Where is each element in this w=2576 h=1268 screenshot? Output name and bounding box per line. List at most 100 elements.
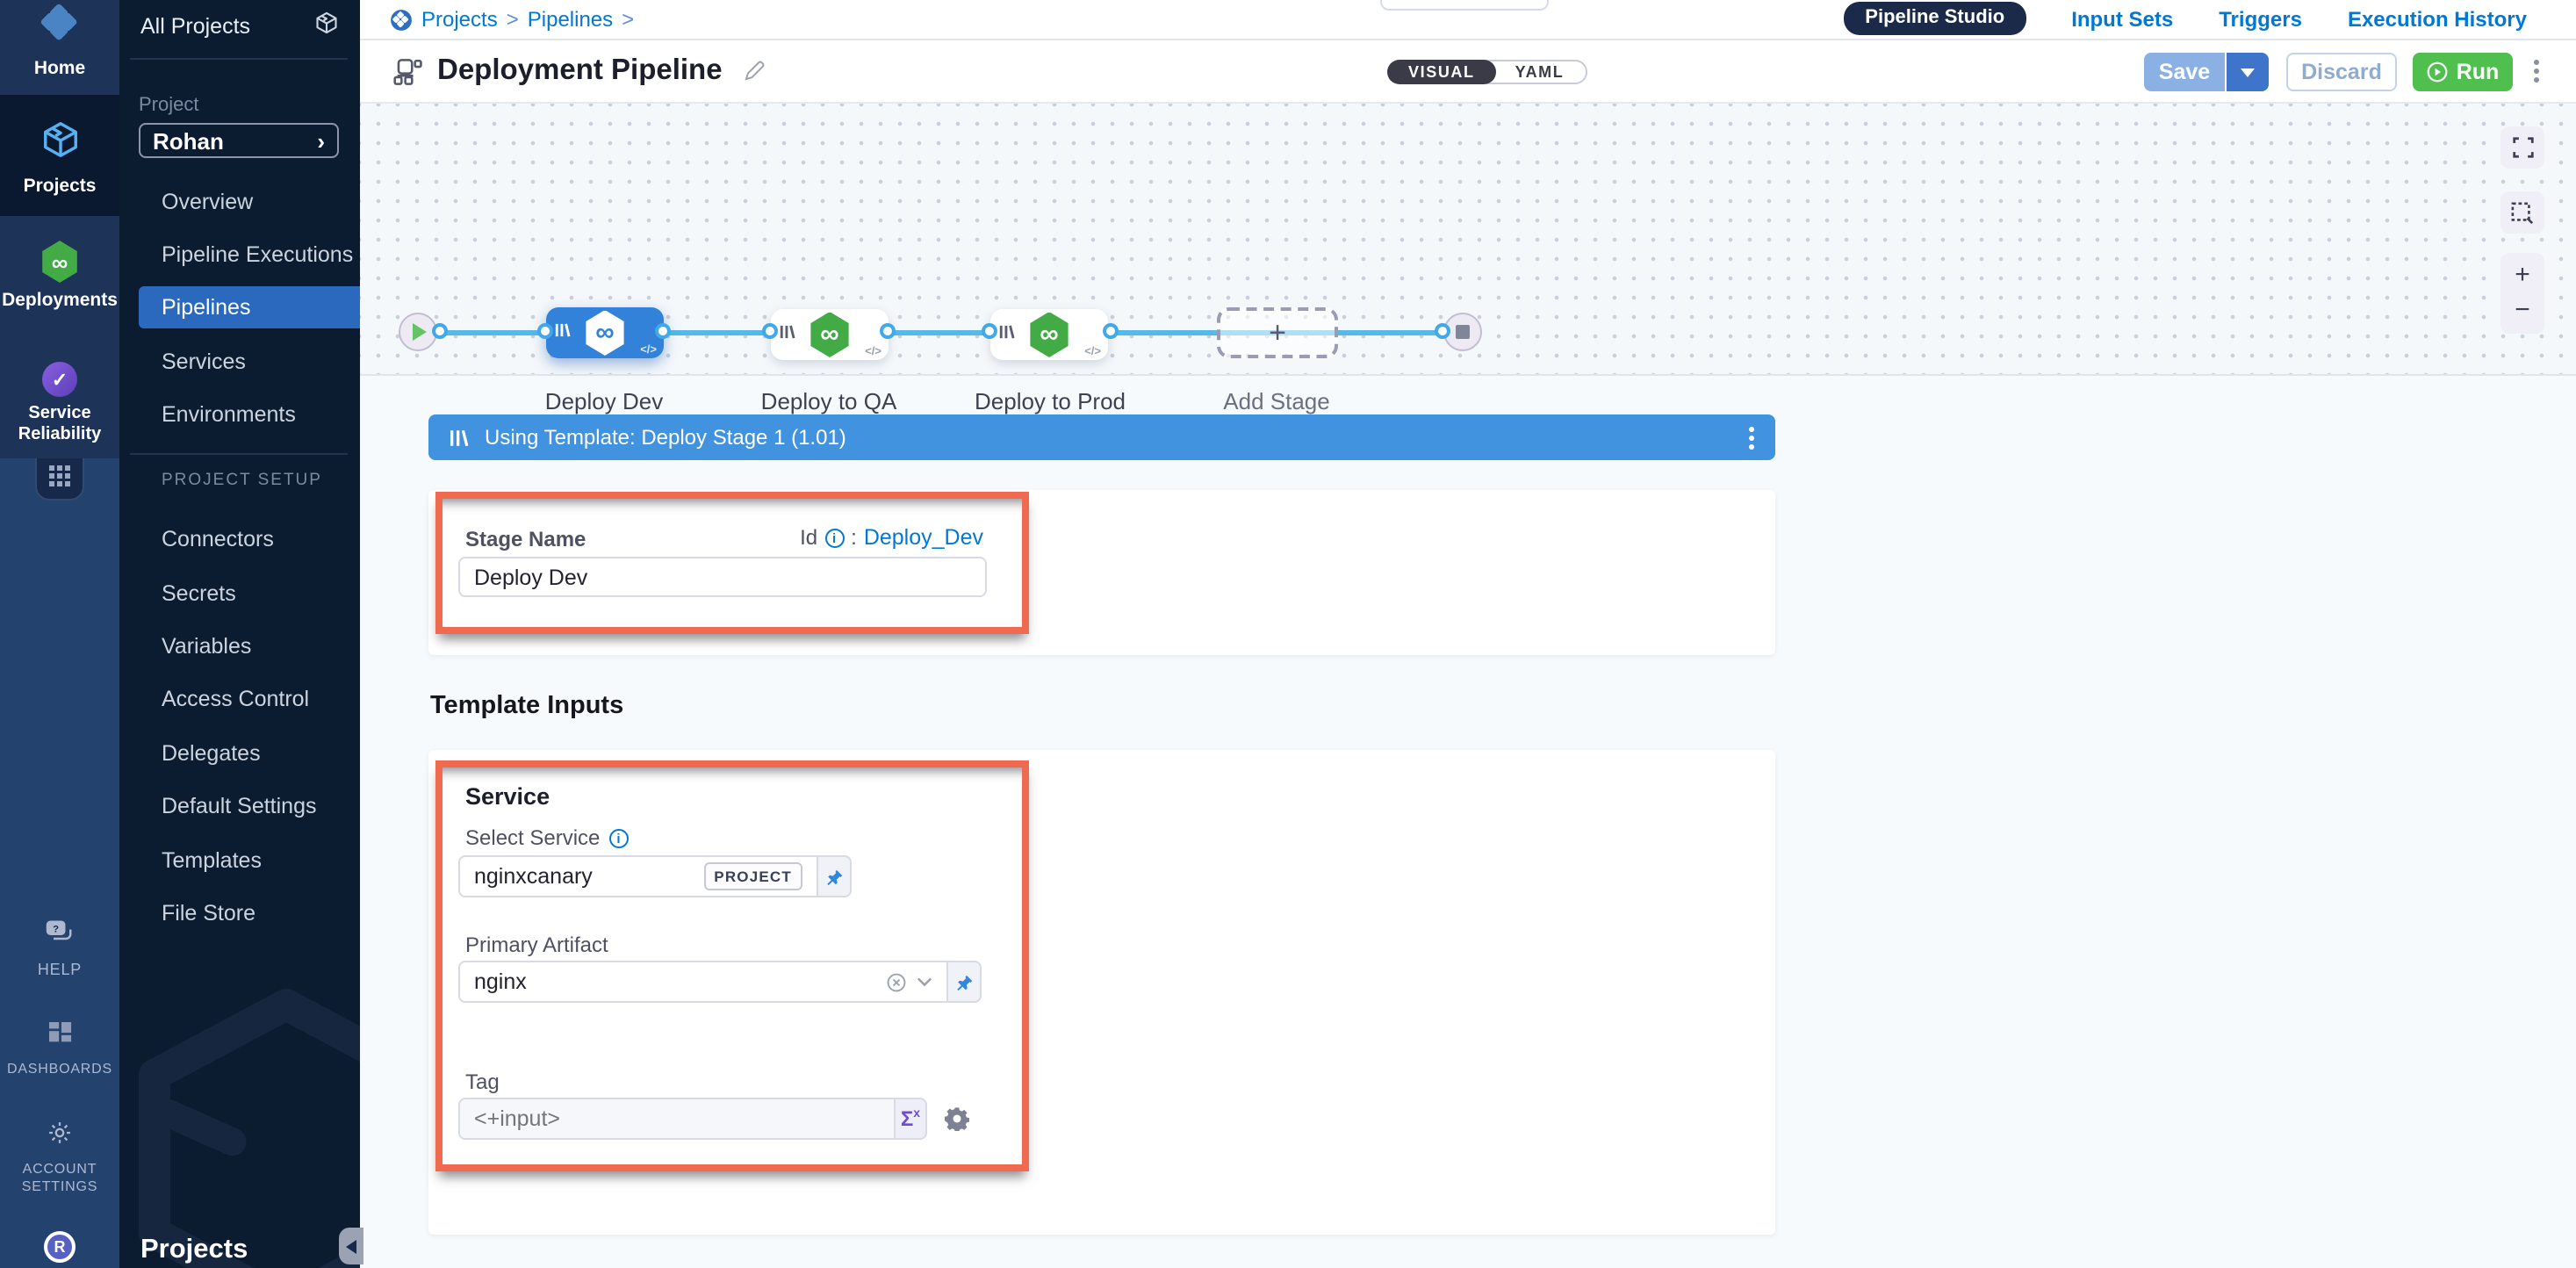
sidebar-collapse-handle[interactable]	[339, 1228, 363, 1264]
toggle-visual[interactable]: VISUAL	[1387, 60, 1496, 84]
rail-item-deployments[interactable]: ∞ Deployments	[0, 241, 119, 311]
breadcrumb-projects[interactable]: Projects	[421, 7, 498, 32]
toggle-yaml[interactable]: YAML	[1486, 60, 1587, 84]
primary-artifact-label: Primary Artifact	[465, 933, 608, 957]
rail-item-dashboards[interactable]: DASHBOARDS	[0, 1022, 119, 1078]
canvas-fullscreen-button[interactable]	[2500, 126, 2544, 169]
canvas-zoom-controls: + −	[2500, 253, 2544, 334]
sidebar-item-services[interactable]: Services	[119, 341, 360, 383]
project-selector[interactable]: Rohan ›	[139, 123, 339, 158]
template-banner-kebab[interactable]	[1749, 426, 1754, 449]
save-button[interactable]: Save	[2144, 53, 2227, 91]
service-pin-button[interactable]	[818, 855, 852, 897]
clear-icon[interactable]	[887, 972, 906, 991]
tab-triggers[interactable]: Triggers	[2219, 6, 2302, 31]
chevron-down-icon[interactable]	[917, 976, 932, 987]
service-select[interactable]: nginxcanary PROJECT	[458, 855, 818, 897]
stage-node-deploy-to-qa[interactable]: ∞ </>	[771, 309, 889, 360]
app-root: Home Projects ∞ Deployments ✓ Service Re…	[0, 0, 2576, 1268]
connector-port	[880, 323, 896, 339]
tag-input[interactable]	[458, 1098, 896, 1140]
rail-item-account-settings[interactable]: ACCOUNT SETTINGS	[0, 1120, 119, 1196]
rail-item-help[interactable]: ? HELP	[0, 920, 119, 978]
code-icon: </>	[640, 344, 657, 357]
stage-node-deploy-to-prod[interactable]: ∞ </>	[990, 309, 1108, 360]
grid-icon	[49, 463, 70, 494]
module-grid-button[interactable]	[35, 458, 84, 501]
code-icon: </>	[1084, 346, 1101, 358]
rail-item-label: HELP	[38, 961, 82, 978]
sidebar-item-pipelines[interactable]: Pipelines	[139, 286, 360, 328]
tab-input-sets[interactable]: Input Sets	[2071, 6, 2173, 31]
sidebar-item-templates[interactable]: Templates	[119, 839, 360, 882]
tab-execution-history[interactable]: Execution History	[2348, 6, 2527, 31]
rail-item-label: ACCOUNT SETTINGS	[14, 1161, 105, 1196]
sidebar-item-environments[interactable]: Environments	[119, 393, 360, 436]
pin-icon	[954, 972, 974, 991]
plus-icon: +	[1269, 315, 1286, 350]
page-title: Deployment Pipeline	[437, 54, 723, 88]
info-icon[interactable]: i	[824, 528, 844, 547]
gear-icon	[945, 1106, 969, 1131]
sidebar-item-default-settings[interactable]: Default Settings	[119, 785, 360, 827]
home-icon	[40, 4, 79, 51]
sidebar-item-secrets[interactable]: Secrets	[119, 573, 360, 615]
edit-pencil-icon[interactable]	[744, 60, 766, 83]
project-setup-section-header: PROJECT SETUP	[162, 471, 322, 490]
breadcrumb-pipelines[interactable]: Pipelines	[528, 7, 613, 32]
stage-name-input[interactable]	[458, 557, 987, 597]
chevron-left-icon	[346, 1239, 356, 1253]
id-separator: :	[851, 525, 857, 550]
save-dropdown-button[interactable]	[2227, 53, 2269, 91]
sidebar-item-pipeline-executions[interactable]: Pipeline Executions	[119, 234, 360, 276]
primary-artifact-select[interactable]: nginx	[458, 961, 948, 1003]
module-rail: Home Projects ∞ Deployments ✓ Service Re…	[0, 0, 119, 1268]
connector-port	[655, 323, 671, 339]
id-label: Id	[800, 525, 817, 550]
sidebar-item-all-projects[interactable]: All Projects	[140, 11, 339, 40]
stage-node-deploy-dev[interactable]: ∞ </>	[546, 307, 664, 358]
divider	[130, 453, 348, 455]
rail-item-home[interactable]: Home	[0, 0, 119, 79]
canvas-selection-button[interactable]	[2500, 191, 2544, 234]
tag-field: Σx	[458, 1098, 969, 1140]
discard-button[interactable]: Discard	[2286, 53, 2397, 91]
service-reliability-icon: ✓	[42, 362, 77, 397]
code-icon: </>	[865, 346, 881, 358]
avatar[interactable]: R	[44, 1231, 76, 1263]
cd-stage-icon: ∞	[1028, 312, 1070, 357]
chevron-down-icon	[2241, 68, 2255, 76]
rail-item-projects[interactable]: Projects	[0, 119, 119, 197]
chevron-right-icon: ›	[317, 127, 325, 154]
tag-expression-button[interactable]: Σx	[896, 1098, 927, 1140]
tag-settings-button[interactable]	[945, 1098, 969, 1140]
expression-icon: Σx	[901, 1106, 920, 1131]
header-kebab-menu[interactable]	[2534, 60, 2539, 83]
zoom-in-button[interactable]: +	[2515, 258, 2530, 293]
save-button-group: Save	[2144, 53, 2269, 91]
info-icon[interactable]: i	[608, 828, 628, 847]
add-stage-button[interactable]: +	[1217, 307, 1338, 358]
sidebar-item-variables[interactable]: Variables	[119, 625, 360, 667]
primary-artifact-field: nginx	[458, 961, 982, 1003]
select-service-field: nginxcanary PROJECT	[458, 855, 852, 897]
sidebar-item-connectors[interactable]: Connectors	[119, 518, 360, 560]
sidebar-bottom-heading: Projects	[140, 1235, 248, 1266]
zoom-out-button[interactable]: −	[2515, 293, 2530, 328]
stage-id-value[interactable]: Deploy_Dev	[864, 525, 983, 550]
sidebar-item-delegates[interactable]: Delegates	[119, 732, 360, 774]
rail-item-label: DASHBOARDS	[7, 1061, 112, 1078]
template-banner-text: Using Template: Deploy Stage 1 (1.01)	[485, 425, 1749, 450]
sidebar-item-file-store[interactable]: File Store	[119, 892, 360, 934]
tab-pipeline-studio[interactable]: Pipeline Studio	[1844, 2, 2026, 35]
pipeline-canvas[interactable]: ∞ </> ∞ </> ∞ </> + Deploy Dev Depl	[360, 102, 2576, 376]
sidebar-item-overview[interactable]: Overview	[119, 181, 360, 223]
template-banner: Using Template: Deploy Stage 1 (1.01)	[428, 414, 1775, 460]
run-button[interactable]: Run	[2413, 53, 2513, 91]
sidebar-item-access-control[interactable]: Access Control	[119, 678, 360, 720]
template-bars-icon	[780, 316, 795, 348]
connector-port	[1103, 323, 1119, 339]
rail-item-service-reliability[interactable]: ✓ Service Reliability	[0, 362, 119, 446]
visual-yaml-toggle: VISUAL YAML	[1387, 60, 1587, 84]
artifact-pin-button[interactable]	[948, 961, 982, 1003]
